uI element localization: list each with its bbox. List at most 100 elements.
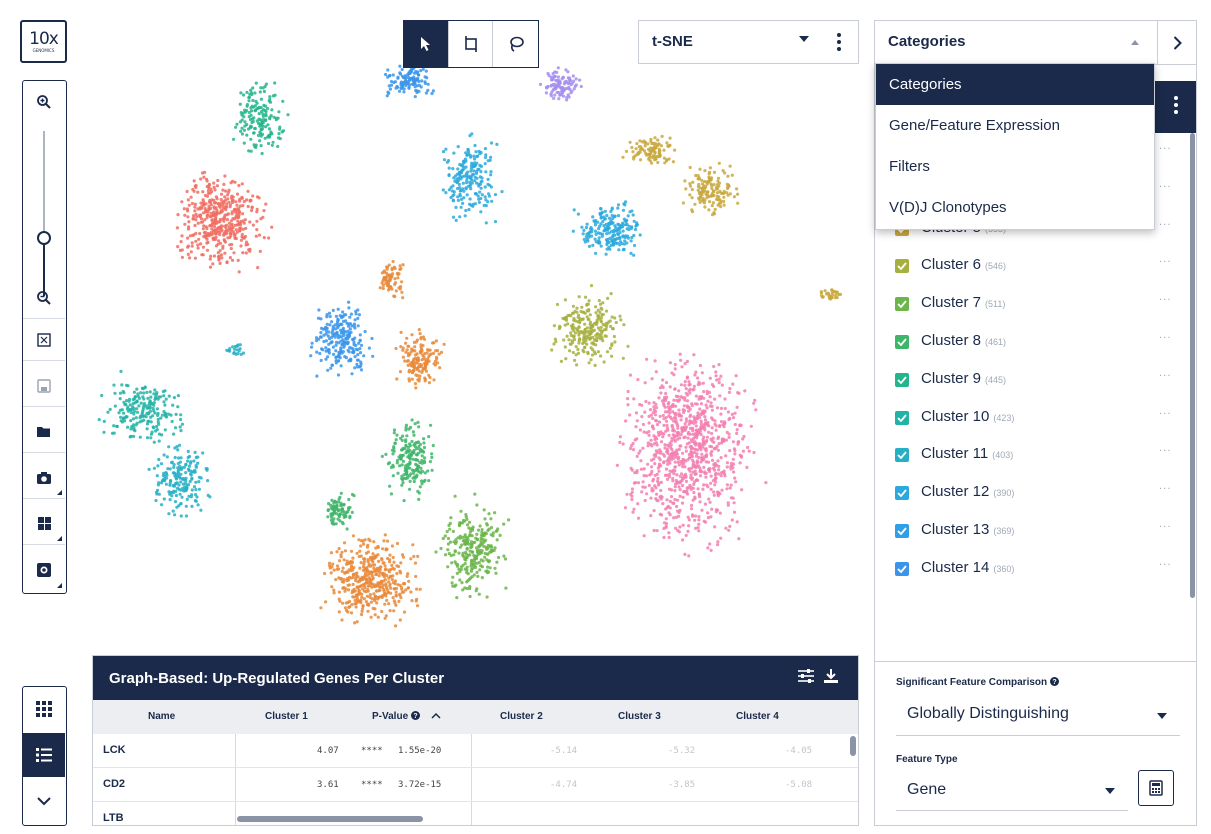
grid-view-button[interactable]	[23, 687, 65, 731]
cell-point	[460, 543, 464, 547]
cluster-row[interactable]: Cluster 14 (360) ···	[875, 551, 1185, 589]
cell-point	[106, 410, 110, 414]
zoom-in-button[interactable]	[23, 81, 65, 123]
cluster-more-button[interactable]: ···	[1159, 484, 1172, 495]
column-header-cluster-1[interactable]: Cluster 1	[265, 711, 308, 722]
table-settings-icon[interactable]	[797, 668, 815, 684]
color-options-button[interactable]	[23, 549, 65, 591]
cluster-checkbox[interactable]	[895, 297, 909, 312]
table-row[interactable]: CD2 3.61 **** 3.72e-15 -4.74 -3.85 -5.08	[93, 768, 858, 802]
cluster-checkbox[interactable]	[895, 524, 909, 538]
cell-point	[483, 162, 487, 166]
feature-type-select[interactable]: Gene	[896, 773, 1128, 811]
cluster-more-button[interactable]: ···	[1159, 333, 1172, 344]
tsne-scatter-plot[interactable]	[70, 40, 870, 660]
significant-feature-select[interactable]: Globally Distinguishing	[896, 698, 1180, 736]
cell-point	[461, 201, 465, 205]
table-horizontal-scrollbar[interactable]	[237, 816, 423, 822]
folder-icon	[37, 427, 50, 437]
cell-point	[706, 511, 710, 515]
cell-point	[178, 443, 182, 447]
collapse-panel-button[interactable]	[1158, 21, 1196, 65]
cell-point	[676, 424, 680, 428]
rectangle-select-button[interactable]	[449, 21, 494, 67]
category-menu-item[interactable]: Filters	[876, 146, 1154, 187]
cluster-row[interactable]: Cluster 13 (369) ···	[875, 513, 1185, 551]
cluster-checkbox[interactable]	[895, 561, 909, 576]
cluster-row[interactable]: Cluster 7 (511) ···	[875, 286, 1185, 324]
cluster-list-scrollbar[interactable]	[1190, 133, 1195, 598]
cell-point	[248, 220, 252, 224]
category-menu-item[interactable]: V(D)J Clonotypes	[876, 187, 1154, 228]
cell-point	[702, 201, 707, 205]
cell-point	[604, 309, 609, 313]
cell-point	[477, 184, 481, 188]
cluster-row[interactable]: Cluster 12 (390) ···	[875, 475, 1185, 513]
cell-point	[223, 174, 227, 178]
cell-point	[362, 583, 366, 588]
cluster-more-button[interactable]: ···	[1159, 446, 1172, 457]
cluster-more-button[interactable]: ···	[1159, 522, 1172, 533]
cluster-more-button[interactable]: ···	[1159, 220, 1172, 231]
cluster-row[interactable]: Cluster 10 (423) ···	[875, 400, 1185, 438]
download-icon[interactable]	[823, 668, 839, 684]
cluster-more-button[interactable]: ···	[1159, 295, 1172, 306]
projection-more-button[interactable]	[835, 33, 843, 55]
category-menu-item[interactable]: Gene/Feature Expression	[876, 105, 1154, 146]
cluster-row[interactable]: Cluster 11 (403) ···	[875, 437, 1185, 475]
layout-button[interactable]	[23, 503, 65, 545]
save-button[interactable]	[23, 365, 65, 407]
column-header-cluster-2[interactable]: Cluster 2	[500, 711, 543, 722]
category-more-button[interactable]	[1172, 96, 1180, 118]
fit-to-view-button[interactable]	[23, 319, 65, 361]
cluster-row[interactable]: Cluster 9 (445) ···	[875, 362, 1185, 400]
cell-point	[710, 416, 714, 420]
cell-point	[713, 397, 717, 401]
column-header-p-value[interactable]: P-Value ?	[372, 711, 441, 722]
table-row[interactable]: LCK 4.07 **** 1.55e-20 -5.14 -5.32 -4.05	[93, 734, 858, 768]
open-folder-button[interactable]	[23, 411, 65, 453]
category-type-select[interactable]: Categories	[875, 21, 1158, 65]
cell-point	[557, 326, 561, 331]
cluster-checkbox[interactable]	[895, 259, 909, 274]
gene-name[interactable]: CD2	[103, 778, 125, 790]
cluster-more-button[interactable]: ···	[1159, 409, 1172, 420]
category-menu-item[interactable]: Categories	[876, 64, 1154, 105]
column-header-cluster-4[interactable]: Cluster 4	[736, 711, 779, 722]
list-view-button[interactable]	[23, 733, 65, 777]
gene-name[interactable]: LTB	[103, 812, 124, 824]
cluster-checkbox[interactable]	[895, 448, 909, 463]
cluster-more-button[interactable]: ···	[1159, 560, 1172, 571]
cell-point	[172, 396, 176, 400]
cell-point	[370, 555, 374, 559]
cluster-more-button[interactable]: ···	[1159, 371, 1172, 382]
zoom-slider-handle[interactable]	[37, 231, 51, 245]
cluster-more-button[interactable]: ···	[1159, 144, 1172, 155]
table-row[interactable]: LTB	[93, 802, 858, 825]
help-icon[interactable]: ?	[410, 711, 420, 720]
projection-select[interactable]: t-SNE	[638, 20, 859, 64]
cell-point	[696, 411, 700, 415]
help-icon[interactable]: ?	[1049, 677, 1059, 686]
gene-name[interactable]: LCK	[103, 744, 126, 756]
rectangle-select-icon	[464, 36, 477, 52]
cluster-row[interactable]: Cluster 6 (546) ···	[875, 248, 1185, 286]
cluster-more-button[interactable]: ···	[1159, 182, 1172, 193]
cluster-row[interactable]: Cluster 8 (461) ···	[875, 324, 1185, 362]
cluster-checkbox[interactable]	[895, 372, 909, 387]
column-header-name[interactable]: Name	[148, 711, 175, 722]
column-header-cluster-3[interactable]: Cluster 3	[618, 711, 661, 722]
lasso-select-button[interactable]	[493, 21, 538, 67]
cluster-checkbox[interactable]	[895, 410, 909, 425]
screenshot-button[interactable]	[23, 457, 65, 499]
sort-ascending-icon[interactable]	[431, 712, 441, 719]
calculate-button[interactable]	[1138, 770, 1174, 806]
cluster-checkbox[interactable]	[895, 486, 909, 501]
cell-point	[363, 567, 367, 571]
cluster-checkbox[interactable]	[895, 335, 909, 349]
cluster-more-button[interactable]: ···	[1159, 257, 1172, 268]
pointer-tool-button[interactable]	[404, 21, 449, 67]
zoom-out-button[interactable]	[23, 277, 65, 319]
collapse-table-button[interactable]	[23, 779, 65, 823]
table-vertical-scrollbar[interactable]	[850, 736, 856, 756]
